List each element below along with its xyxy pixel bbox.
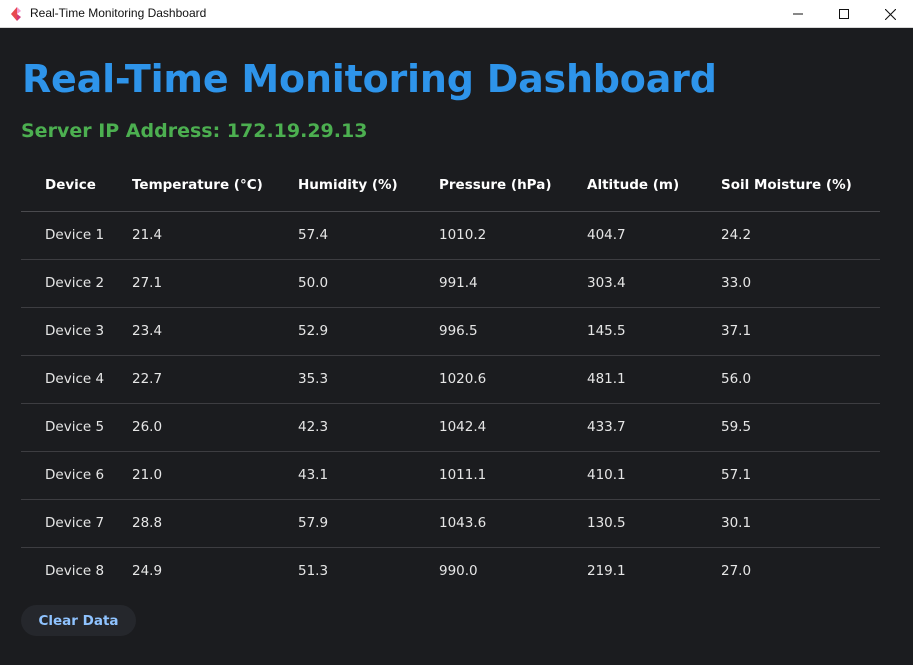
cell-altitude: 145.5: [587, 307, 721, 356]
cell-device: Device 7: [21, 499, 132, 548]
column-header-soil-moisture: Soil Moisture (%): [721, 160, 880, 212]
cell-soil-moisture: 56.0: [721, 355, 880, 404]
maximize-icon: [839, 9, 849, 19]
cell-temperature: 24.9: [132, 563, 163, 580]
cell-humidity: 42.3: [298, 403, 439, 452]
cell-humidity: 43.1: [298, 451, 439, 500]
minimize-icon: [793, 13, 803, 15]
close-button[interactable]: [867, 0, 913, 28]
cell-temperature: 27.1: [132, 259, 298, 308]
app-logo-icon: [11, 7, 21, 21]
cell-temperature: 26.0: [132, 403, 298, 452]
maximize-button[interactable]: [821, 0, 867, 28]
cell-humidity: 50.0: [298, 259, 439, 308]
cell-device: Device 2: [21, 259, 132, 308]
cell-altitude: 404.7: [587, 211, 721, 260]
clear-data-button[interactable]: Clear Data: [21, 605, 136, 636]
cell-pressure: 1020.6: [439, 355, 587, 404]
window-title: Real-Time Monitoring Dashboard: [30, 6, 207, 20]
column-header-temperature: Temperature (°C): [132, 160, 298, 212]
cell-temperature: 21.0: [132, 451, 298, 500]
device-table: Device Temperature (°C) Humidity (%) Pre…: [21, 160, 880, 595]
cell-humidity: 35.3: [298, 355, 439, 404]
column-header-device: Device: [21, 160, 132, 212]
close-icon: [884, 8, 896, 20]
cell-humidity: 52.9: [298, 307, 439, 356]
cell-device: Device 3: [21, 307, 132, 356]
column-header-humidity: Humidity (%): [298, 160, 439, 212]
table-row: Device 1 21.4 57.4 1010.2 404.7 24.2: [21, 211, 880, 260]
cell-temperature: 23.4: [132, 307, 298, 356]
table-row: Device 4 22.7 35.3 1020.6 481.1 56.0: [21, 355, 880, 404]
cell-temperature: 21.4: [132, 211, 298, 260]
cell-pressure: 1042.4: [439, 403, 587, 452]
cell-soil-moisture: 27.0: [721, 563, 752, 580]
cell-device: Device 5: [21, 403, 132, 452]
cell-altitude: 219.1: [587, 563, 626, 580]
cell-pressure: 1011.1: [439, 451, 587, 500]
table-row: Device 3 23.4 52.9 996.5 145.5 37.1: [21, 307, 880, 356]
table-row: Device 2 27.1 50.0 991.4 303.4 33.0: [21, 259, 880, 308]
cell-soil-moisture: 57.1: [721, 451, 880, 500]
dashboard-content: Real-Time Monitoring Dashboard Server IP…: [0, 29, 913, 665]
cell-altitude: 130.5: [587, 499, 721, 548]
cell-humidity: 57.9: [298, 499, 439, 548]
cell-device: Device 8: [45, 563, 105, 580]
table-row: Device 5 26.0 42.3 1042.4 433.7 59.5: [21, 403, 880, 452]
table-row: Device 6 21.0 43.1 1011.1 410.1 57.1: [21, 451, 880, 500]
minimize-button[interactable]: [775, 0, 821, 28]
cell-temperature: 22.7: [132, 355, 298, 404]
column-header-pressure: Pressure (hPa): [439, 160, 587, 212]
cell-pressure: 991.4: [439, 259, 587, 308]
server-ip-label: Server IP Address: 172.19.29.13: [21, 120, 368, 142]
cell-pressure: 990.0: [439, 563, 478, 580]
cell-temperature: 28.8: [132, 499, 298, 548]
page-title: Real-Time Monitoring Dashboard: [22, 57, 717, 101]
column-header-altitude: Altitude (m): [587, 160, 721, 212]
cell-device: Device 4: [21, 355, 132, 404]
cell-pressure: 1010.2: [439, 211, 587, 260]
window-titlebar: Real-Time Monitoring Dashboard: [0, 0, 913, 28]
cell-pressure: 996.5: [439, 307, 587, 356]
cell-device: Device 1: [21, 211, 132, 260]
cell-altitude: 410.1: [587, 451, 721, 500]
cell-soil-moisture: 24.2: [721, 211, 880, 260]
cell-humidity: 51.3: [298, 563, 329, 580]
cell-altitude: 303.4: [587, 259, 721, 308]
cell-humidity: 57.4: [298, 211, 439, 260]
cell-soil-moisture: 30.1: [721, 499, 880, 548]
cell-altitude: 481.1: [587, 355, 721, 404]
cell-pressure: 1043.6: [439, 499, 587, 548]
cell-altitude: 433.7: [587, 403, 721, 452]
cell-soil-moisture: 37.1: [721, 307, 880, 356]
cell-soil-moisture: 59.5: [721, 403, 880, 452]
cell-soil-moisture: 33.0: [721, 259, 880, 308]
table-row: Device 8 24.9 51.3 990.0 219.1 27.0: [21, 547, 880, 595]
cell-device: Device 6: [21, 451, 132, 500]
table-header-row: Device Temperature (°C) Humidity (%) Pre…: [21, 160, 880, 212]
table-row: Device 7 28.8 57.9 1043.6 130.5 30.1: [21, 499, 880, 548]
